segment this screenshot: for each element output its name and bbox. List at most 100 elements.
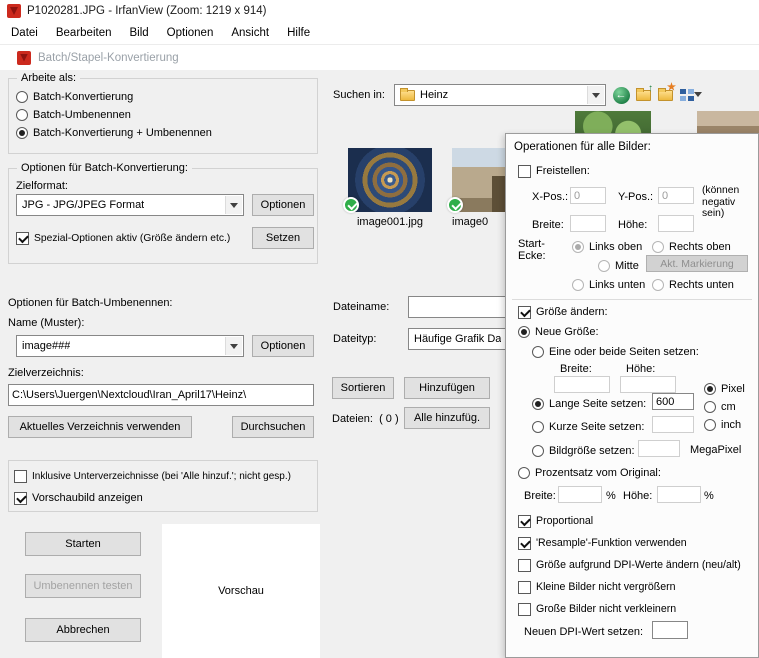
radio-cm[interactable]: cm: [704, 400, 736, 414]
y-pos-label: Y-Pos.:: [618, 191, 653, 203]
nicht-vergroessern-checkbox[interactable]: Kleine Bilder nicht vergrößern: [518, 580, 676, 594]
selected-check-icon: [447, 197, 463, 213]
name-muster-value: image###: [22, 340, 70, 352]
menu-bearbeiten[interactable]: Bearbeiten: [47, 27, 121, 39]
resize-breite-label: Breite:: [560, 363, 592, 375]
name-muster-combo[interactable]: image###: [16, 335, 244, 357]
lange-seite-input[interactable]: [652, 393, 694, 410]
radio-icon: [572, 241, 584, 253]
radio-batch-konvertierung[interactable]: Batch-Konvertierung: [16, 90, 133, 104]
freistellen-checkbox[interactable]: Freistellen:: [518, 164, 590, 178]
menu-hilfe[interactable]: Hilfe: [278, 27, 319, 39]
dropdown-arrow-icon: [587, 86, 604, 104]
irfanview-window: P1020281.JPG - IrfanView (Zoom: 1219 x 9…: [0, 0, 759, 658]
dateiname-label: Dateiname:: [333, 301, 389, 313]
selected-check-icon: [343, 197, 359, 213]
akt-markierung-button[interactable]: Akt. Markierung: [646, 255, 748, 272]
thumbnail-label: image0: [452, 216, 504, 228]
setzen-button[interactable]: Setzen: [252, 227, 314, 249]
abbrechen-button[interactable]: Abbrechen: [25, 618, 141, 642]
radio-batch-umbenennen[interactable]: Batch-Umbenennen: [16, 108, 131, 122]
radio-lange-seite[interactable]: Lange Seite setzen:: [532, 397, 646, 411]
radio-label: Batch-Konvertierung + Umbenennen: [33, 127, 212, 139]
suchen-in-combo[interactable]: Heinz: [394, 84, 606, 106]
menu-optionen[interactable]: Optionen: [158, 27, 223, 39]
preview-panel: Vorschau: [162, 524, 320, 658]
dpi-input[interactable]: [652, 621, 688, 639]
aktuelles-verzeichnis-button[interactable]: Aktuelles Verzeichnis verwenden: [8, 416, 192, 438]
radio-icon: [652, 279, 664, 291]
unterverzeichnisse-checkbox[interactable]: Inklusive Unterverzeichnisse (bei 'Alle …: [14, 469, 291, 483]
radio-neue-groesse[interactable]: Neue Größe:: [518, 325, 599, 339]
chevron-down-icon: [694, 92, 702, 101]
radio-links-unten[interactable]: Links unten: [572, 278, 645, 292]
start-ecke-label2: Ecke:: [518, 250, 546, 262]
radio-icon: [518, 467, 530, 479]
groesse-aendern-checkbox[interactable]: Größe ändern:: [518, 305, 608, 319]
checkbox-label: 'Resample'-Funktion verwenden: [536, 537, 687, 549]
radio-icon: [532, 346, 544, 358]
bildgroesse-input[interactable]: [638, 440, 680, 457]
radio-icon: [704, 419, 716, 431]
format-optionen-button[interactable]: Optionen: [252, 194, 314, 216]
last-folder-button[interactable]: ←: [611, 85, 631, 105]
window-titlebar: P1020281.JPG - IrfanView (Zoom: 1219 x 9…: [0, 0, 759, 22]
resize-hoehe-input[interactable]: [620, 376, 676, 393]
dpi-aendern-checkbox[interactable]: Größe aufgrund DPI-Werte ändern (neu/alt…: [518, 558, 741, 572]
up-one-level-button[interactable]: ↑: [633, 85, 653, 105]
kurze-seite-input[interactable]: [652, 416, 694, 433]
alle-hinzufuegen-button[interactable]: Alle hinzufüg.: [404, 407, 490, 429]
resample-checkbox[interactable]: 'Resample'-Funktion verwenden: [518, 536, 687, 550]
batch-dialog-titlebar[interactable]: Batch/Stapel-Konvertierung: [0, 44, 759, 70]
radio-label: Links unten: [589, 279, 645, 291]
radio-batch-konvertierung-umbenennen[interactable]: Batch-Konvertierung + Umbenennen: [16, 126, 212, 140]
radio-mitte[interactable]: Mitte: [598, 259, 639, 273]
radio-beide-seiten[interactable]: Eine oder beide Seiten setzen:: [532, 345, 699, 359]
zielverzeichnis-input[interactable]: [8, 384, 314, 406]
radio-links-oben[interactable]: Links oben: [572, 240, 642, 254]
checkbox-icon: [518, 515, 531, 528]
vorschaubild-checkbox[interactable]: Vorschaubild anzeigen: [14, 491, 143, 505]
checkbox-icon: [14, 470, 27, 483]
durchsuchen-button[interactable]: Durchsuchen: [232, 416, 314, 438]
rename-optionen-button[interactable]: Optionen: [252, 335, 314, 357]
radio-label: Batch-Umbenennen: [33, 109, 131, 121]
radio-rechts-unten[interactable]: Rechts unten: [652, 278, 734, 292]
radio-prozentsatz[interactable]: Prozentsatz vom Original:: [518, 466, 661, 480]
radio-icon: [532, 421, 544, 433]
prozent-breite-label: Breite:: [524, 490, 556, 502]
radio-rechts-oben[interactable]: Rechts oben: [652, 240, 731, 254]
menu-ansicht[interactable]: Ansicht: [222, 27, 278, 39]
crop-breite-label: Breite:: [532, 219, 564, 231]
menu-bild[interactable]: Bild: [120, 27, 157, 39]
dropdown-arrow-icon: [225, 196, 242, 214]
checkbox-icon: [518, 581, 531, 594]
menu-datei[interactable]: Datei: [2, 27, 47, 39]
crop-breite-input[interactable]: [570, 215, 606, 232]
sortieren-button[interactable]: Sortieren: [332, 377, 394, 399]
proportional-checkbox[interactable]: Proportional: [518, 514, 593, 528]
prozent-hoehe-input[interactable]: [657, 486, 701, 503]
prozent-breite-input[interactable]: [558, 486, 602, 503]
nicht-verkleinern-checkbox[interactable]: Große Bilder nicht verkleinern: [518, 602, 676, 616]
starten-button[interactable]: Starten: [25, 532, 141, 556]
radio-icon: [16, 109, 28, 121]
hinzufuegen-button[interactable]: Hinzufügen: [404, 377, 490, 399]
radio-inch[interactable]: inch: [704, 418, 741, 432]
x-pos-input[interactable]: [570, 187, 606, 204]
crop-hoehe-input[interactable]: [658, 215, 694, 232]
radio-kurze-seite[interactable]: Kurze Seite setzen:: [532, 420, 644, 434]
zielformat-value: JPG - JPG/JPEG Format: [22, 199, 144, 211]
view-menu-button[interactable]: [677, 85, 705, 105]
spezial-optionen-checkbox[interactable]: Spezial-Optionen aktiv (Größe ändern etc…: [16, 231, 230, 245]
y-pos-input[interactable]: [658, 187, 694, 204]
zielformat-select[interactable]: JPG - JPG/JPEG Format: [16, 194, 244, 216]
thumbnail-image001[interactable]: [348, 148, 432, 212]
radio-bildgroesse[interactable]: Bildgröße setzen:: [532, 444, 635, 458]
new-folder-button[interactable]: ★: [655, 85, 675, 105]
radio-icon: [572, 279, 584, 291]
radio-pixel[interactable]: Pixel: [704, 382, 745, 396]
radio-label: inch: [721, 419, 741, 431]
resize-breite-input[interactable]: [554, 376, 610, 393]
umbenennen-testen-button[interactable]: Umbenennen testen: [25, 574, 141, 598]
